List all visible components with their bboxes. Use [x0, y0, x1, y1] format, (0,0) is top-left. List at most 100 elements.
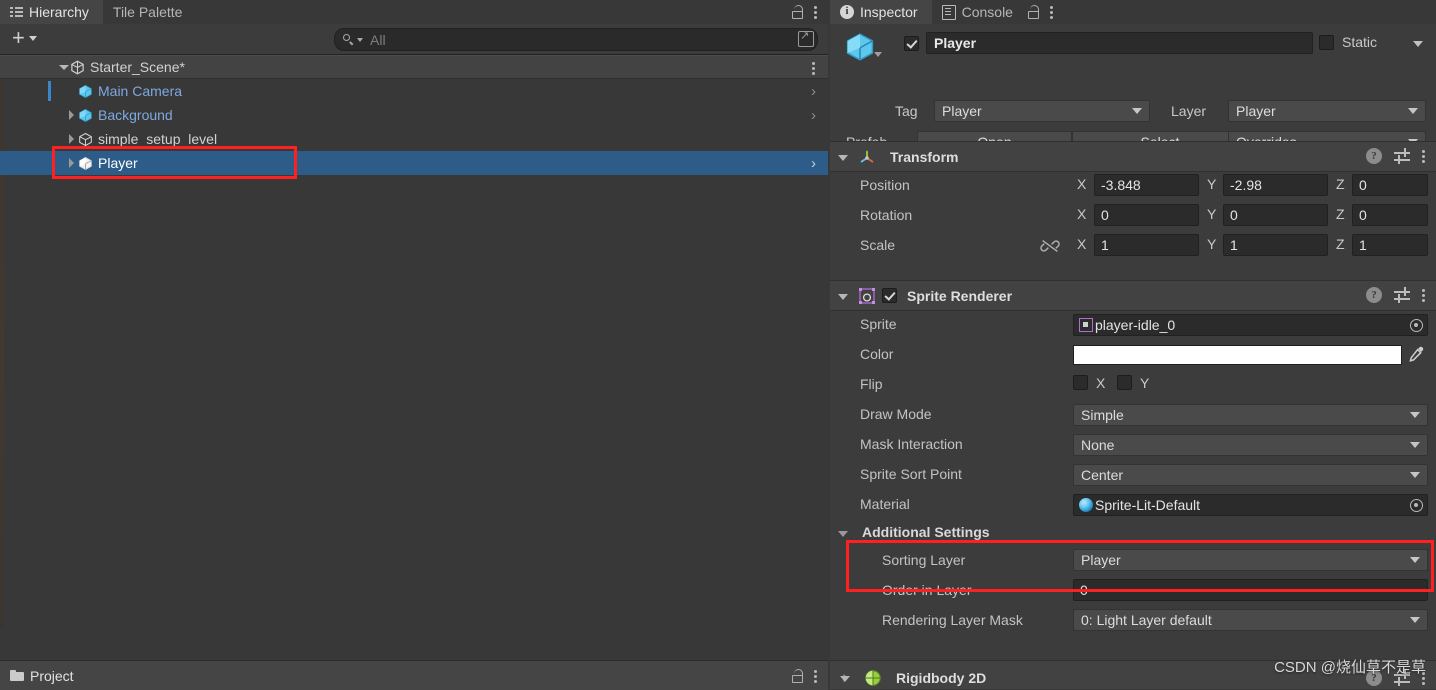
tab-hierarchy[interactable]: Hierarchy: [0, 0, 103, 24]
transform-title: Transform: [890, 148, 959, 165]
sprite-sort-point-dropdown[interactable]: Center: [1073, 464, 1428, 486]
gameobject-cube-icon: [78, 156, 93, 171]
list-item-player[interactable]: Player ›: [0, 151, 828, 175]
scale-z-input[interactable]: 1: [1352, 234, 1428, 256]
twisty-open-icon[interactable]: [58, 61, 70, 73]
list-item[interactable]: Starter_Scene*: [0, 55, 828, 79]
hierarchy-tree: Starter_Scene* Main Camera › Background …: [0, 55, 828, 629]
eyedropper-icon[interactable]: [1407, 345, 1425, 365]
scale-y-input[interactable]: 1: [1223, 234, 1328, 256]
tab-tile-palette-label: Tile Palette: [112, 4, 183, 20]
material-label: Material: [860, 496, 910, 512]
layer-value: Player: [1236, 103, 1276, 119]
preset-icon[interactable]: [1394, 148, 1410, 164]
tag-value: Player: [942, 103, 982, 119]
rotation-y-input[interactable]: 0: [1223, 204, 1328, 226]
list-item[interactable]: Background ›: [0, 103, 828, 127]
prefab-chevron-icon[interactable]: ›: [811, 107, 816, 124]
mask-interaction-dropdown[interactable]: None: [1073, 434, 1428, 456]
plus-icon: +: [12, 25, 25, 50]
sprite-sort-point-value: Center: [1081, 467, 1124, 483]
layer-dropdown[interactable]: Player: [1228, 100, 1426, 122]
chevron-down-icon: [1132, 108, 1142, 114]
lock-icon[interactable]: [791, 669, 804, 683]
prefab-chevron-icon[interactable]: ›: [811, 155, 816, 172]
rotation-z-input[interactable]: 0: [1352, 204, 1428, 226]
tab-project[interactable]: Project: [0, 661, 828, 690]
inspector-panel: i Inspector Console Player Static Tag Pl…: [830, 0, 1436, 689]
flip-x-checkbox[interactable]: [1073, 375, 1088, 390]
tab-tile-palette[interactable]: Tile Palette: [102, 0, 197, 24]
object-picker-icon: [1409, 318, 1423, 332]
kebab-menu-icon[interactable]: [1422, 148, 1426, 164]
kebab-menu-icon[interactable]: [1049, 4, 1054, 20]
twisty-closed-icon[interactable]: [840, 672, 852, 684]
hierarchy-panel: Hierarchy Tile Palette + All Starter_Sce…: [0, 0, 828, 660]
gameobject-name-field[interactable]: Player: [926, 32, 1313, 54]
lock-icon[interactable]: [1027, 5, 1040, 19]
scale-x-input[interactable]: 1: [1094, 234, 1199, 256]
layer-label: Layer: [1171, 103, 1207, 119]
position-x-input[interactable]: -3.848: [1094, 174, 1199, 196]
sprite-renderer-enabled-checkbox[interactable]: [882, 288, 897, 303]
tab-hierarchy-label: Hierarchy: [29, 4, 89, 20]
search-filter-chevron-icon[interactable]: [357, 37, 363, 42]
flip-label: Flip: [860, 376, 883, 392]
color-swatch-field[interactable]: [1073, 345, 1402, 365]
kebab-menu-icon[interactable]: [1422, 287, 1426, 303]
sprite-renderer-header[interactable]: Sprite Renderer ?: [830, 280, 1436, 311]
list-item-label: simple_setup_level: [98, 131, 218, 147]
additional-settings-header[interactable]: Additional Settings: [830, 521, 1436, 547]
static-chevron-down-icon[interactable]: [1413, 41, 1423, 47]
rotation-x-input[interactable]: 0: [1094, 204, 1199, 226]
list-item[interactable]: Main Camera ›: [0, 79, 828, 103]
twisty-open-icon[interactable]: [838, 290, 850, 302]
list-item-label: Starter_Scene*: [90, 59, 185, 75]
help-icon[interactable]: ?: [1366, 287, 1382, 303]
help-icon[interactable]: ?: [1366, 148, 1382, 164]
scale-y-value: 1: [1230, 237, 1238, 253]
scene-kebab-icon[interactable]: [812, 60, 816, 76]
rendering-layer-mask-dropdown[interactable]: 0: Light Layer default: [1073, 609, 1428, 631]
list-item-label: Player: [98, 155, 138, 171]
gameobject-icon-chevron[interactable]: [874, 52, 882, 57]
inspector-tabbar: i Inspector Console: [830, 0, 1436, 24]
order-in-layer-row: Order in Layer 0: [830, 577, 1436, 607]
sprite-renderer-component: Sprite Renderer ? Sprite player-idle_0 C…: [830, 280, 1436, 631]
order-in-layer-input[interactable]: 0: [1073, 579, 1428, 601]
twisty-closed-icon[interactable]: [66, 157, 78, 169]
tab-console[interactable]: Console: [931, 0, 1027, 24]
kebab-menu-icon[interactable]: [814, 668, 818, 684]
list-item[interactable]: simple_setup_level: [0, 127, 828, 151]
hierarchy-search-field[interactable]: All: [334, 28, 818, 51]
kebab-menu-icon[interactable]: [814, 4, 818, 20]
add-gameobject-button[interactable]: +: [12, 25, 37, 50]
broken-link-icon[interactable]: [1040, 238, 1060, 257]
tab-console-label: Console: [961, 4, 1013, 20]
sorting-layer-dropdown[interactable]: Player: [1073, 549, 1428, 571]
transform-header[interactable]: Transform ?: [830, 141, 1436, 172]
flip-y-checkbox[interactable]: [1117, 375, 1132, 390]
position-z-input[interactable]: 0: [1352, 174, 1428, 196]
static-checkbox[interactable]: [1319, 35, 1334, 50]
watermark: CSDN @烧仙草不是草: [1274, 659, 1426, 676]
tab-inspector[interactable]: i Inspector: [830, 0, 932, 24]
search-expand-icon[interactable]: [798, 29, 814, 47]
twisty-closed-icon[interactable]: [66, 133, 78, 145]
preset-icon[interactable]: [1394, 287, 1410, 303]
prefab-chevron-icon[interactable]: ›: [811, 83, 816, 100]
twisty-open-icon[interactable]: [838, 151, 850, 163]
sprite-object-field[interactable]: player-idle_0: [1073, 314, 1428, 336]
sprite-picker-button[interactable]: [1406, 316, 1426, 334]
gameobject-enabled-checkbox[interactable]: [904, 36, 919, 51]
material-picker-button[interactable]: [1406, 496, 1426, 514]
tag-dropdown[interactable]: Player: [934, 100, 1150, 122]
twisty-open-icon[interactable]: [838, 529, 850, 541]
material-object-field[interactable]: Sprite-Lit-Default: [1073, 494, 1428, 516]
lock-icon[interactable]: [791, 5, 804, 19]
draw-mode-dropdown[interactable]: Simple: [1073, 404, 1428, 426]
twisty-closed-icon[interactable]: [66, 109, 78, 121]
sprite-sort-point-row: Sprite Sort Point Center: [830, 461, 1436, 491]
hierarchy-tabbar: Hierarchy Tile Palette: [0, 0, 828, 24]
position-y-input[interactable]: -2.98: [1223, 174, 1328, 196]
